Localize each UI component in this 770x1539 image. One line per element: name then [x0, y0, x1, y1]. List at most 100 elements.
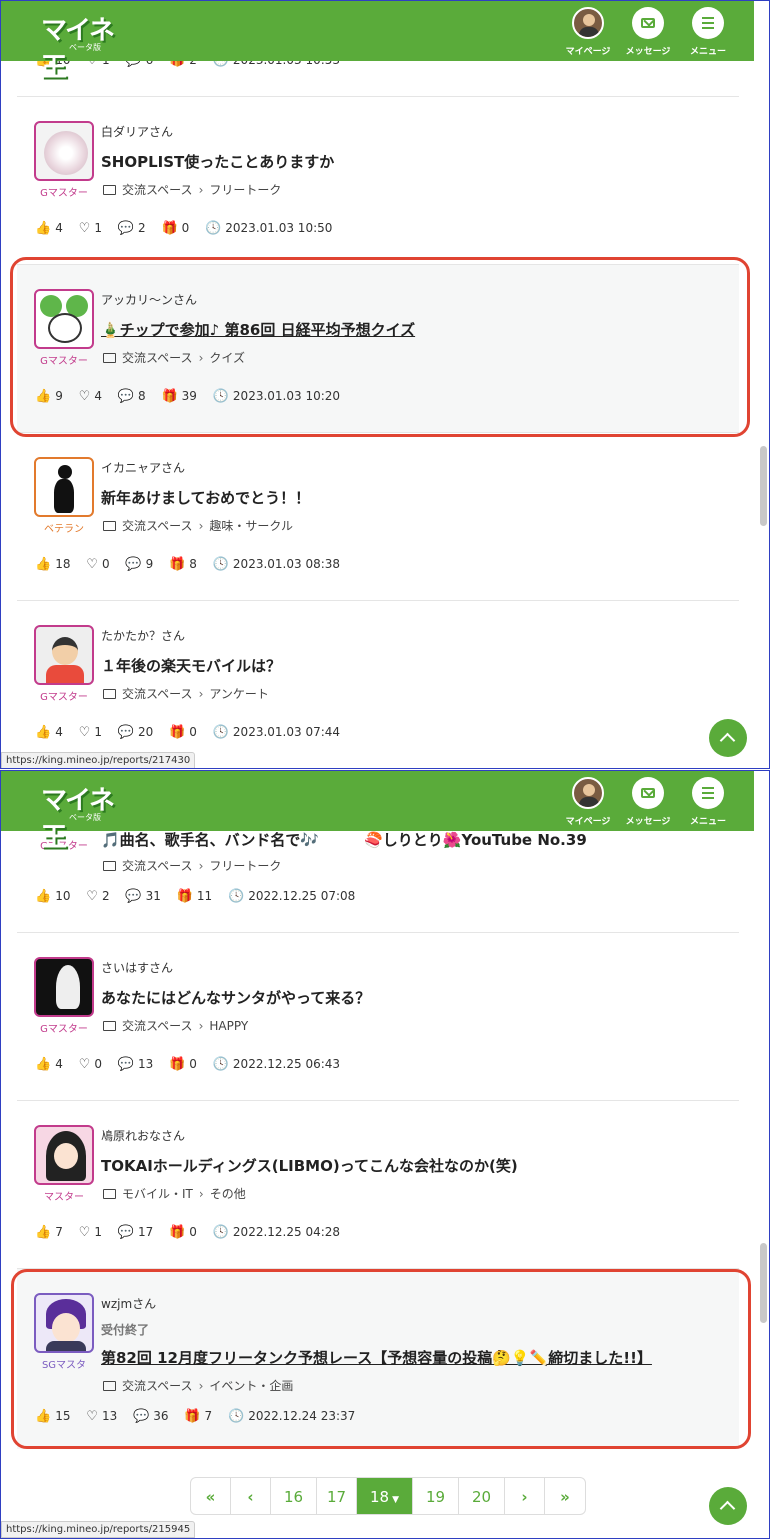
user-avatar[interactable]	[34, 1125, 94, 1185]
thumbs-up-icon: 👍	[35, 1057, 52, 1072]
thumbs-up-icon: 👍	[35, 1409, 52, 1424]
scroll-top-button[interactable]	[709, 719, 747, 757]
user-avatar[interactable]	[34, 1293, 94, 1353]
list-item[interactable]: Gマスター たかたか？さん １年後の楽天モバイルは？ 交流スペース › アンケート …	[17, 601, 739, 768]
caret-down-icon: ▼	[392, 1495, 399, 1505]
user-avatar[interactable]	[34, 625, 94, 685]
rank-badge: Gマスター	[40, 692, 88, 703]
page-button[interactable]: 16	[271, 1478, 317, 1514]
post-stats: 👍 4 ♡ 0 💬 13 🎁 0 🕓 2022.12.25 06:43	[35, 1057, 341, 1072]
status-label: 受付終了	[101, 1323, 150, 1337]
thumbs-up-icon: 👍	[35, 389, 52, 404]
comment-icon: 💬	[117, 1057, 134, 1072]
comment-icon: 💬	[117, 1225, 134, 1240]
clock-icon: 🕓	[205, 221, 222, 236]
post-title[interactable]: あなたにはどんなサンタがやって来る？	[101, 987, 370, 1008]
gift-icon: 🎁	[169, 1225, 186, 1240]
post-stats: 👍 10 ♡ 2 💬 31 🎁 11 🕓 2022.12.25 07:08	[35, 889, 356, 904]
mypage-button[interactable]: マイページ	[558, 7, 618, 59]
page-button[interactable]: 19	[413, 1478, 459, 1514]
post-user[interactable]: たかたか？さん	[101, 627, 185, 644]
post-title[interactable]: 第82回 12月度フリータンク予想レース【予想容量の投稿🤔💡✏️締切ました!!】	[101, 1347, 652, 1368]
heart-icon: ♡	[86, 557, 98, 572]
menu-button[interactable]: メニュー	[678, 7, 738, 59]
next-page-button[interactable]: ›	[505, 1478, 545, 1514]
folder-icon	[103, 1189, 116, 1199]
list-item[interactable]: Gマスター 白ダリアさん SHOPLIST使ったことありますか 交流スペース › フ…	[17, 97, 739, 265]
thumbs-up-icon: 👍	[35, 557, 52, 572]
comment-icon: 💬	[117, 389, 134, 404]
thumbs-up-icon: 👍	[35, 725, 52, 740]
post-user[interactable]: 白ダリアさん	[101, 123, 173, 140]
heart-icon: ♡	[86, 1409, 98, 1424]
post-title[interactable]: SHOPLIST使ったことありますか	[101, 151, 334, 172]
site-header: マイネ王 ベータ版 マイページ メッセージ メニュー	[1, 1, 754, 83]
mypage-button[interactable]: マイページ	[558, 777, 618, 829]
list-item[interactable]: Gマスター さいはすさん あなたにはどんなサンタがやって来る？ 交流スペース › H…	[17, 933, 739, 1101]
category-breadcrumb: 交流スペース › フリートーク	[103, 857, 281, 874]
user-avatar[interactable]	[34, 957, 94, 1017]
status-url: https://king.mineo.jp/reports/217430	[1, 752, 196, 768]
post-user[interactable]: 鳰原れおなさん	[101, 1127, 185, 1144]
rank-badge: SGマスタ	[41, 1360, 87, 1371]
post-title[interactable]: TOKAIホールディングス(LIBMO)ってこんな会社なのか(笑)	[101, 1155, 518, 1176]
status-url: https://king.mineo.jp/reports/215945	[1, 1521, 196, 1538]
category-breadcrumb: 交流スペース › HAPPY	[103, 1017, 248, 1034]
thumbs-up-icon: 👍	[35, 889, 52, 904]
heart-icon: ♡	[78, 725, 91, 740]
heart-icon: ♡	[86, 889, 98, 904]
page-button[interactable]: 20	[459, 1478, 505, 1514]
list-item[interactable]: SGマスタ wzjmさん 受付終了 第82回 12月度フリータンク予想レース【予…	[17, 1269, 739, 1449]
list-item[interactable]: ベテラン イカニャアさん 新年あけましておめでとう！！ 交流スペース › 趣味・サー…	[17, 433, 739, 601]
heart-icon: ♡	[78, 389, 91, 404]
post-title[interactable]: 新年あけましておめでとう！！	[101, 487, 310, 508]
user-avatar[interactable]	[34, 289, 94, 349]
menu-button[interactable]: メニュー	[678, 777, 738, 829]
category-breadcrumb: 交流スペース › 趣味・サークル	[103, 517, 293, 534]
category-breadcrumb: 交流スペース › イベント・企画	[103, 1377, 293, 1394]
message-button[interactable]: メッセージ	[618, 777, 678, 829]
post-title[interactable]: 🎵曲名、歌手名、バンド名で🎶 🍣しりとり🌺YouTube No.39	[101, 829, 587, 850]
post-title[interactable]: １年後の楽天モバイルは？	[101, 655, 281, 676]
comment-icon: 💬	[117, 221, 134, 236]
site-logo[interactable]: マイネ王 ベータ版	[41, 10, 131, 83]
list-item[interactable]: Gマスター アッカリ〜ンさん 🎍チップで参加♪ 第86回 日経平均予想クイズ 交…	[17, 265, 739, 433]
site-logo[interactable]: マイネ王 ベータ版	[41, 780, 131, 853]
menu-icon	[692, 7, 724, 39]
message-button[interactable]: メッセージ	[618, 7, 678, 59]
post-title[interactable]: 🎍チップで参加♪ 第86回 日経平均予想クイズ	[101, 319, 415, 340]
post-stats: 👍 15 ♡ 13 💬 36 🎁 7 🕓 2022.12.24 23:37	[35, 1409, 356, 1424]
rank-badge: Gマスター	[40, 1024, 88, 1035]
user-avatar[interactable]	[34, 121, 94, 181]
logo-sub: ベータ版	[69, 813, 101, 822]
screenshot-bottom: マイネ王 ベータ版 マイページ メッセージ メニュー Gマスター 🎵曲名、歌手名…	[0, 770, 770, 1539]
post-user[interactable]: アッカリ〜ンさん	[101, 291, 197, 308]
page-button[interactable]: 17	[317, 1478, 357, 1514]
clock-icon: 🕓	[212, 389, 229, 404]
scrollbar-thumb[interactable]	[760, 446, 767, 526]
post-user[interactable]: wzjmさん	[101, 1295, 156, 1312]
message-label: メッセージ	[625, 817, 671, 827]
last-page-button[interactable]: »	[545, 1478, 585, 1514]
post-user[interactable]: さいはすさん	[101, 959, 173, 976]
current-page-dropdown[interactable]: 18 ▼	[357, 1478, 413, 1514]
folder-icon	[103, 185, 116, 195]
post-user[interactable]: イカニャアさん	[101, 459, 185, 476]
category-breadcrumb: 交流スペース › クイズ	[103, 349, 245, 366]
scrollbar-thumb[interactable]	[760, 1243, 767, 1323]
gift-icon: 🎁	[184, 1409, 201, 1424]
mail-icon	[632, 7, 664, 39]
user-avatar	[572, 777, 604, 809]
folder-icon	[103, 521, 116, 531]
first-page-button[interactable]: «	[191, 1478, 231, 1514]
post-stats: 👍 18 ♡ 0 💬 9 🎁 8 🕓 2023.01.03 08:38	[35, 557, 341, 572]
comment-icon: 💬	[133, 1409, 150, 1424]
menu-label: メニュー	[689, 47, 726, 57]
list-item[interactable]: マスター 鳰原れおなさん TOKAIホールディングス(LIBMO)ってこんな会社…	[17, 1101, 739, 1269]
post-stats: 👍 7 ♡ 1 💬 17 🎁 0 🕓 2022.12.25 04:28	[35, 1225, 341, 1240]
gift-icon: 🎁	[169, 1057, 186, 1072]
user-avatar[interactable]	[34, 457, 94, 517]
prev-page-button[interactable]: ‹	[231, 1478, 271, 1514]
scroll-top-button[interactable]	[709, 1487, 747, 1525]
comment-icon: 💬	[125, 889, 142, 904]
